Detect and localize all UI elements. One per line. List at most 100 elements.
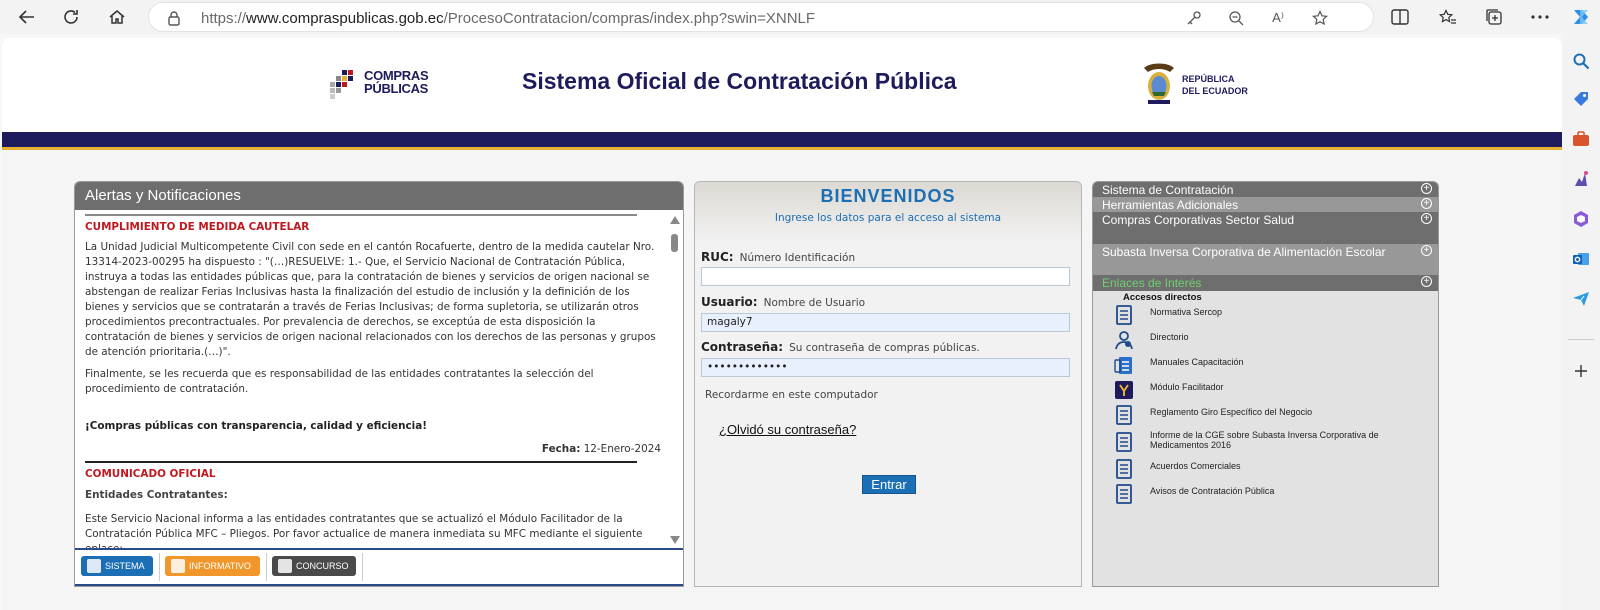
games-icon[interactable]: [1570, 168, 1592, 190]
browser-sidebar: [1562, 10, 1600, 610]
link-modulo-facilitador[interactable]: Módulo Facilitador: [1113, 379, 1433, 401]
browser-toolbar: https://www.compraspublicas.gob.ec/Proce…: [0, 0, 1600, 34]
home-icon[interactable]: [104, 5, 130, 29]
search-icon[interactable]: [1570, 50, 1592, 72]
ruc-input[interactable]: [701, 267, 1070, 286]
expand-plus-icon[interactable]: +: [1421, 245, 1432, 256]
menu-sistema-contratacion[interactable]: Sistema de Contratación +: [1093, 182, 1438, 197]
system-icon: [87, 559, 101, 573]
alerts-panel: Alertas y Notificaciones CUMPLIMIENTO DE…: [74, 181, 684, 587]
refresh-icon[interactable]: [58, 5, 84, 29]
document-icon: [1116, 432, 1132, 452]
notice-paragraph: Este Servicio Nacional informa a las ent…: [85, 513, 643, 548]
coat-of-arms-icon: [1144, 63, 1174, 104]
alerts-scrollbar[interactable]: [669, 214, 681, 548]
add-icon[interactable]: [1570, 360, 1592, 382]
alerts-heading: Alertas y Notificaciones: [75, 182, 683, 210]
welcome-subtitle: Ingrese los datos para el acceso al sist…: [774, 212, 1002, 224]
back-icon[interactable]: [14, 5, 40, 29]
password-input[interactable]: •••••••••••••: [701, 358, 1070, 377]
scroll-up-arrow-icon[interactable]: [670, 216, 680, 224]
key-icon[interactable]: [1185, 9, 1203, 27]
link-directorio[interactable]: Directorio: [1113, 329, 1433, 351]
send-drop-icon[interactable]: [1570, 288, 1592, 310]
login-header: BIENVENIDOS Ingrese los datos para el ac…: [695, 182, 1081, 242]
tab-concurso[interactable]: CONCURSO: [272, 556, 356, 576]
expand-plus-icon[interactable]: +: [1421, 198, 1432, 209]
user-label: Usuario: Nombre de Usuario: [701, 295, 866, 309]
scroll-down-arrow-icon[interactable]: [670, 536, 680, 544]
divider: [85, 214, 637, 216]
document-icon: [278, 559, 292, 573]
scroll-thumb[interactable]: [671, 234, 678, 252]
link-reglamento-giro[interactable]: Reglamento Giro Específico del Negocio: [1113, 404, 1433, 426]
password-label: Contraseña: Su contraseña de compras públ…: [701, 340, 980, 354]
tab-separator: [362, 553, 363, 581]
welcome-title: BIENVENIDOS: [820, 186, 956, 206]
forgot-password-link[interactable]: ¿Olvidó su contraseña?: [719, 422, 856, 437]
split-screen-icon[interactable]: [1388, 5, 1412, 29]
menu-subasta-inversa-alimentacion[interactable]: Subasta Inversa Corporativa de Alimentac…: [1093, 244, 1413, 275]
site-banner: COMPRAS PÚBLICAS Sistema Oficial de Cont…: [2, 38, 1562, 132]
notice-paragraph: La Unidad Judicial Multicompetente Civil…: [85, 241, 656, 358]
login-panel: BIENVENIDOS Ingrese los datos para el ac…: [694, 181, 1082, 587]
alerts-tabs: SISTEMA INFORMATIVO CONCURSO: [75, 548, 683, 586]
menu-enlaces-interes[interactable]: Enlaces de Interés +: [1093, 275, 1438, 291]
slogan: ¡Compras públicas con transparencia, cal…: [85, 420, 427, 432]
link-acuerdos-comerciales[interactable]: Acuerdos Comerciales: [1113, 458, 1433, 480]
notice-title: CUMPLIMIENTO DE MEDIDA CAUTELAR: [85, 221, 310, 233]
info-icon: [171, 559, 185, 573]
read-aloud-icon[interactable]: A⁾: [1269, 9, 1287, 27]
manuals-icon: [1114, 357, 1132, 374]
outlook-icon[interactable]: [1570, 248, 1592, 270]
tab-sistema[interactable]: SISTEMA: [81, 556, 153, 576]
lock-icon[interactable]: [165, 9, 183, 27]
tab-informativo[interactable]: INFORMATIVO: [165, 556, 260, 576]
favorites-icon[interactable]: [1436, 5, 1460, 29]
expand-plus-icon[interactable]: +: [1421, 213, 1432, 224]
tab-separator: [159, 553, 160, 581]
notice-paragraph: Finalmente, se les recuerda que es respo…: [85, 368, 594, 395]
ruc-label: RUC: Número Identificación: [701, 250, 856, 264]
menu-herramientas-adicionales[interactable]: Herramientas Adicionales +: [1093, 197, 1438, 212]
person-search-icon: [1115, 331, 1133, 350]
notice-title: COMUNICADO OFICIAL: [85, 468, 216, 480]
divider: [85, 461, 637, 463]
login-button[interactable]: Entrar: [862, 475, 916, 494]
more-options-icon[interactable]: [1528, 5, 1552, 29]
sidebar-divider: [1568, 339, 1594, 340]
favorite-star-icon[interactable]: [1311, 9, 1329, 27]
module-facilitator-icon: [1115, 381, 1133, 399]
zoom-icon[interactable]: [1227, 9, 1245, 27]
document-icon: [1116, 405, 1132, 425]
link-avisos-contratacion[interactable]: Avisos de Contratación Pública: [1113, 483, 1433, 505]
tab-separator: [266, 553, 267, 581]
document-icon: [1116, 459, 1132, 479]
copilot-icon[interactable]: [1570, 6, 1592, 28]
link-informe-cge[interactable]: Informe de la CGE sobre Subasta Inversa …: [1113, 430, 1433, 453]
notice-date: Fecha: 12-Enero-2024: [541, 443, 661, 455]
menu-compras-corporativas-salud[interactable]: Compras Corporativas Sector Salud +: [1093, 212, 1438, 244]
username-input[interactable]: magaly7: [701, 313, 1070, 332]
notice-subtitle: Entidades Contratantes:: [85, 489, 228, 501]
compras-publicas-logo[interactable]: COMPRAS PÚBLICAS: [330, 68, 442, 102]
document-icon: [1116, 305, 1132, 325]
header-band: [2, 132, 1562, 150]
remember-me[interactable]: Recordarme en este computador: [705, 389, 878, 401]
link-manuales-capacitacion[interactable]: Manuales Capacitación: [1113, 354, 1433, 376]
alerts-content[interactable]: CUMPLIMIENTO DE MEDIDA CAUTELAR La Unida…: [85, 214, 663, 548]
collections-icon[interactable]: [1482, 5, 1506, 29]
shopping-tag-icon[interactable]: [1570, 88, 1592, 110]
address-bar[interactable]: https://www.compraspublicas.gob.ec/Proce…: [148, 2, 1374, 32]
expand-plus-icon[interactable]: +: [1421, 276, 1432, 287]
menu-subasta-inversa-plus[interactable]: +: [1413, 244, 1438, 275]
compras-publicas-logo-mark-icon: [330, 70, 353, 99]
microsoft-365-icon[interactable]: [1570, 208, 1592, 230]
side-menu: Sistema de Contratación + Herramientas Ad…: [1092, 181, 1439, 587]
expand-plus-icon[interactable]: +: [1421, 183, 1432, 194]
document-icon: [1116, 484, 1132, 504]
link-normativa-sercop[interactable]: Normativa Sercop: [1113, 304, 1433, 326]
republica-ecuador-logo[interactable]: REPÚBLICA DEL ECUADOR: [1140, 60, 1248, 110]
site-title: Sistema Oficial de Contratación Pública: [522, 68, 957, 94]
tools-briefcase-icon[interactable]: [1570, 128, 1592, 150]
